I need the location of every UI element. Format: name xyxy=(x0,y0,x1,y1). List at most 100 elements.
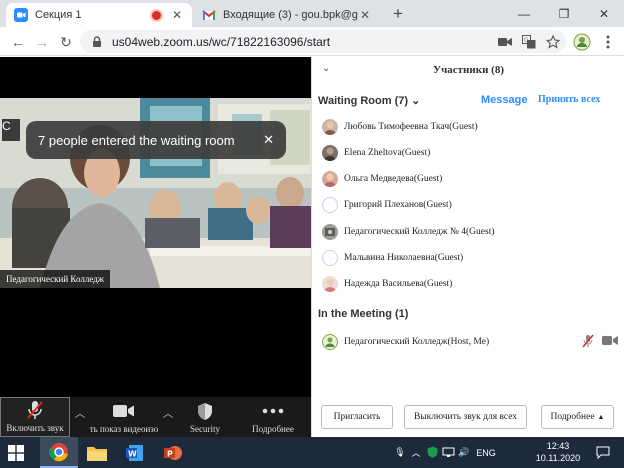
system-clock[interactable]: 12:43 10.11.2020 xyxy=(532,440,584,464)
more-dots-icon xyxy=(262,400,284,422)
waiting-participant-row[interactable]: Любовь Тимофеевна Ткач(Guest) xyxy=(322,118,612,136)
browser-toolbar: ← → ↻ us04web.zoom.us/wc/71822163096/sta… xyxy=(0,27,624,56)
waiting-participant-row[interactable]: Мальвина Николаевна(Guest) xyxy=(322,249,612,267)
security-button[interactable]: Security xyxy=(176,397,234,437)
more-button[interactable]: Подробнее xyxy=(240,397,306,437)
waiting-participant-row[interactable]: Григорий Плеханов(Guest) xyxy=(322,196,612,214)
panel-more-button[interactable]: Подробнее ▲ xyxy=(541,405,614,429)
participant-avatar xyxy=(322,224,338,240)
participant-avatar xyxy=(322,197,338,213)
svg-text:P: P xyxy=(167,449,173,458)
waiting-participant-row[interactable]: Ольга Медведева(Guest) xyxy=(322,170,612,188)
chrome-taskbar-icon[interactable] xyxy=(40,437,78,468)
muted-microphone-icon xyxy=(26,399,44,421)
shield-icon xyxy=(197,400,213,422)
participants-title: Участники (8) xyxy=(433,64,504,76)
waiting-participant-row[interactable]: Педагогический Колледж № 4(Guest) xyxy=(322,223,612,241)
lock-icon xyxy=(93,35,101,47)
tab-zoom-meeting[interactable]: Секция 1 ✕ xyxy=(6,3,192,27)
participant-avatar xyxy=(322,145,338,161)
powerpoint-taskbar-icon[interactable]: P xyxy=(154,437,192,468)
volume-tray-icon[interactable]: 🔊 xyxy=(456,447,472,458)
system-tray: 🎙 ︿ 🔊 ENG xyxy=(392,437,500,468)
in-meeting-header: In the Meeting (1) xyxy=(318,308,409,320)
participant-name: Педагогический Колледж № 4(Guest) xyxy=(344,227,495,237)
minimize-button[interactable]: — xyxy=(504,0,544,27)
video-camera-icon xyxy=(113,400,135,422)
waiting-room-chevron-down-icon: ⌄ xyxy=(411,95,421,107)
recording-indicator-icon xyxy=(152,10,161,20)
windows-taskbar: W P 🎙 ︿ 🔊 ENG 12:43 10.11.2020 xyxy=(0,437,624,468)
address-bar[interactable]: us04web.zoom.us/wc/71822163096/start G xyxy=(80,30,566,53)
tab-title: Входящие (3) - gou.bpk@gmail.c xyxy=(223,9,358,21)
waiting-participant-row[interactable]: Elena Zheltova(Guest) xyxy=(322,144,612,162)
tab-gmail[interactable]: Входящие (3) - gou.bpk@gmail.c ✕ xyxy=(194,3,380,27)
waiting-room-header[interactable]: Waiting Room (7) ⌄ xyxy=(318,94,420,107)
start-video-button[interactable]: ть показ видеоизо xyxy=(86,397,162,437)
microphone-tray-icon[interactable]: 🎙 xyxy=(392,447,408,458)
tab-title: Секция 1 xyxy=(35,9,82,21)
participant-avatar xyxy=(322,171,338,187)
gmail-favicon-icon xyxy=(202,10,216,20)
restore-button[interactable]: ❐ xyxy=(544,0,584,27)
zoom-favicon-icon xyxy=(14,8,28,22)
muted-microphone-icon[interactable] xyxy=(582,334,594,351)
participant-name: Мальвина Николаевна(Guest) xyxy=(344,253,464,263)
participant-name: Григорий Плеханов(Guest) xyxy=(344,200,452,210)
network-tray-icon[interactable] xyxy=(440,447,456,459)
waiting-room-notification: 7 people entered the waiting room ✕ xyxy=(26,121,286,159)
word-taskbar-icon[interactable]: W xyxy=(116,437,154,468)
start-video-label: ть показ видеоизо xyxy=(89,424,159,434)
participant-avatar xyxy=(322,250,338,266)
close-notification-icon[interactable]: ✕ xyxy=(263,132,274,148)
bookmark-star-icon[interactable] xyxy=(542,34,564,50)
chevron-up-tray-icon[interactable]: ︿ xyxy=(408,446,424,459)
close-tab-icon[interactable]: ✕ xyxy=(170,8,184,22)
participant-name: Ольга Медведева(Guest) xyxy=(344,174,443,184)
video-area: C 7 people entered the waiting room ✕ Пе… xyxy=(0,57,311,397)
waiting-participant-row[interactable]: Надежда Васильева(Guest) xyxy=(322,275,612,293)
video-options-chevron-up-icon[interactable]: ︿ xyxy=(162,405,174,420)
mute-all-button[interactable]: Выключить звук для всех xyxy=(404,405,527,429)
waiting-room-label: Waiting Room (7) xyxy=(318,95,409,107)
back-button[interactable]: ← xyxy=(8,32,28,52)
participant-name: Elena Zheltova(Guest) xyxy=(344,148,431,158)
video-off-icon[interactable] xyxy=(602,335,618,349)
participants-panel: ⌄ Участники (8) Waiting Room (7) ⌄ Messa… xyxy=(311,57,624,437)
close-window-button[interactable]: ✕ xyxy=(584,0,624,27)
camera-in-use-icon[interactable] xyxy=(494,34,516,50)
more-label: Подробнее xyxy=(252,424,294,434)
close-tab-icon[interactable]: ✕ xyxy=(358,8,372,22)
svg-text:G: G xyxy=(524,37,529,44)
invite-button[interactable]: Пригласить xyxy=(321,405,393,429)
svg-text:W: W xyxy=(128,449,137,458)
meeting-participant-row[interactable]: Педагогический Колледж(Host, Me) xyxy=(322,333,618,351)
participant-avatar xyxy=(322,119,338,135)
unmute-label: Включить звук xyxy=(6,423,64,433)
participant-name: Любовь Тимофеевна Ткач(Guest) xyxy=(344,122,478,132)
clock-time: 12:43 xyxy=(546,441,570,451)
input-language[interactable]: ENG xyxy=(472,448,500,458)
file-explorer-taskbar-icon[interactable] xyxy=(78,437,116,468)
caret-up-icon: ▲ xyxy=(597,413,605,421)
unmute-button[interactable]: Включить звук xyxy=(0,397,70,437)
security-label: Security xyxy=(190,424,220,434)
profile-avatar-icon[interactable] xyxy=(572,32,592,52)
notifications-icon[interactable] xyxy=(596,446,610,460)
reload-button[interactable]: ↻ xyxy=(56,32,76,52)
windows-start-icon[interactable] xyxy=(8,445,24,461)
admit-all-link[interactable]: Принять всех xyxy=(538,94,600,105)
clock-date: 10.11.2020 xyxy=(535,453,581,463)
translate-icon[interactable]: G xyxy=(518,34,540,50)
security-tray-icon[interactable] xyxy=(424,446,440,460)
new-tab-button[interactable]: + xyxy=(388,3,408,25)
view-options-badge[interactable]: C xyxy=(2,119,20,141)
waiting-room-message-link[interactable]: Message xyxy=(481,94,527,106)
speaker-name-label: Педагогический Колледж xyxy=(0,270,111,288)
panel-more-label: Подробнее xyxy=(550,412,595,422)
participant-avatar xyxy=(322,276,338,292)
participant-name: Надежда Васильева(Guest) xyxy=(344,279,453,289)
forward-button[interactable]: → xyxy=(32,32,52,52)
audio-options-chevron-up-icon[interactable]: ︿ xyxy=(74,405,86,420)
chrome-menu-icon[interactable] xyxy=(598,32,618,52)
